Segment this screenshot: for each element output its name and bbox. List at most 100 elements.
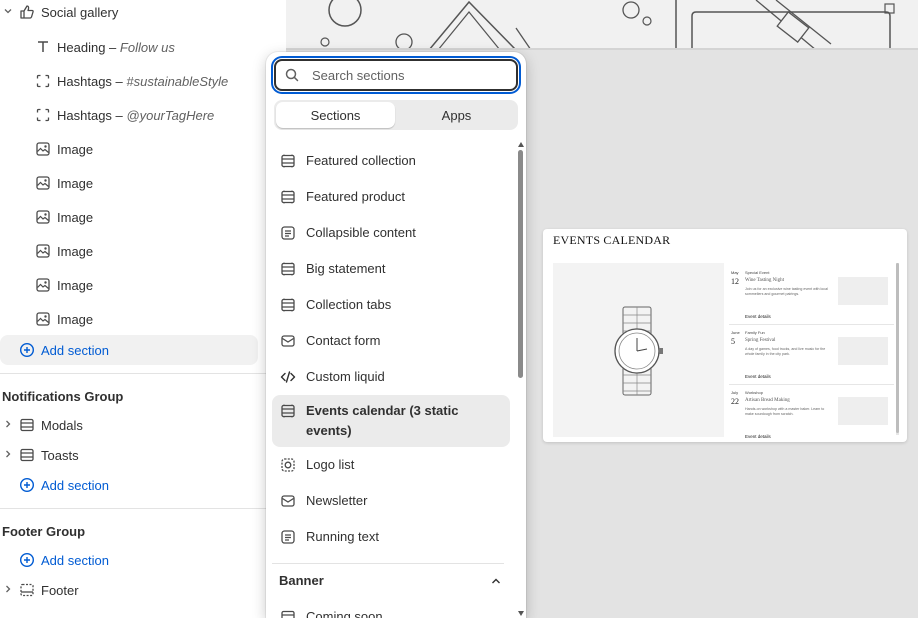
section-item-featured-product[interactable]: Featured product xyxy=(272,179,510,215)
add-section-button[interactable]: Add section xyxy=(0,470,266,500)
block-subtitle: Follow us xyxy=(119,39,175,55)
section-label: Toasts xyxy=(41,447,79,463)
block-title: Heading xyxy=(57,39,106,55)
section-item-label: Big statement xyxy=(306,261,386,276)
event-description: Hands-on workshop with a master baker. L… xyxy=(745,407,825,416)
block-label: Heading – Follow us xyxy=(57,40,175,55)
frame-icon xyxy=(35,73,51,89)
layout-rows-icon xyxy=(19,417,35,433)
section-item-label: Collapsible content xyxy=(306,225,416,240)
add-section-label: Add section xyxy=(41,342,109,358)
section-item-contact-form[interactable]: Contact form xyxy=(272,323,510,359)
section-item-collapsible-content[interactable]: Collapsible content xyxy=(272,215,510,251)
event-day: 12 xyxy=(731,277,739,286)
chevron-down-icon[interactable] xyxy=(3,6,13,19)
section-item-label: Logo list xyxy=(306,457,355,472)
tab-apps[interactable]: Apps xyxy=(397,102,516,128)
search-field[interactable] xyxy=(274,59,518,91)
section-social-gallery[interactable]: Social gallery xyxy=(0,0,266,27)
event-tag: Family Fun xyxy=(745,330,765,335)
section-item-label: Featured collection xyxy=(306,153,416,168)
picker-scrollbar[interactable] xyxy=(517,142,524,618)
preview-title: EVENTS CALENDAR xyxy=(553,233,671,247)
layout-rows-icon xyxy=(280,403,296,419)
block-label: Image xyxy=(57,278,93,293)
chevron-right-icon[interactable] xyxy=(3,584,13,597)
event-tag: Special Event xyxy=(745,270,770,275)
block-item-heading[interactable]: Heading – Follow us xyxy=(0,32,266,62)
preview-scrollbar[interactable] xyxy=(896,263,899,435)
block-item-image[interactable]: Image xyxy=(0,168,266,198)
tab-sections[interactable]: Sections xyxy=(276,102,395,128)
plus-circle-icon xyxy=(19,552,35,568)
plus-circle-icon xyxy=(19,342,35,358)
event-name: Spring Festival xyxy=(745,338,776,343)
block-label: Image xyxy=(57,244,93,259)
picker-scrollbar-thumb[interactable] xyxy=(518,150,523,378)
search-input[interactable] xyxy=(312,61,508,89)
section-item-custom-liquid[interactable]: Custom liquid xyxy=(272,359,510,395)
block-title: Image xyxy=(57,209,94,225)
block-title: Hashtags xyxy=(57,107,112,123)
footer-layout-icon xyxy=(19,582,35,598)
scroll-up-arrow[interactable] xyxy=(518,142,524,147)
section-item-coming-soon[interactable]: Coming soon xyxy=(272,599,510,618)
block-subtitle: #sustainableStyle xyxy=(126,73,229,89)
event-month: May xyxy=(731,270,739,275)
text-block-icon xyxy=(280,529,296,545)
notifications-group-title: Notifications Group xyxy=(2,389,124,404)
section-item-featured-collection[interactable]: Featured collection xyxy=(272,143,510,179)
event-details-link[interactable]: Event details xyxy=(745,434,771,439)
block-title: Image xyxy=(57,175,94,191)
block-title: Image xyxy=(57,277,94,293)
footer-group-title: Footer Group xyxy=(2,524,86,539)
section-item-label: Events calendar (3 static events) xyxy=(306,403,459,438)
section-footer[interactable]: Footer xyxy=(0,575,266,605)
frame-icon xyxy=(35,107,51,123)
section-item-logo-list[interactable]: Logo list xyxy=(272,447,510,483)
section-type-tabs: Sections Apps xyxy=(274,100,518,130)
section-item-label: Collection tabs xyxy=(306,297,392,312)
chevron-right-icon[interactable] xyxy=(3,419,13,432)
block-separator: – xyxy=(111,107,127,123)
block-item-image[interactable]: Image xyxy=(0,202,266,232)
block-item-hashtags[interactable]: Hashtags – @yourTagHere xyxy=(0,100,266,130)
event-details-link[interactable]: Event details xyxy=(745,314,771,319)
email-icon xyxy=(280,493,296,509)
chevron-right-icon[interactable] xyxy=(3,449,13,462)
event-description: Join us for an exclusive wine tasting ev… xyxy=(745,287,828,296)
add-section-button[interactable]: Add section xyxy=(0,545,266,575)
plus-circle-icon xyxy=(19,477,35,493)
section-item-collection-tabs[interactable]: Collection tabs xyxy=(272,287,510,323)
logo-icon xyxy=(280,457,296,473)
watch-image xyxy=(553,263,724,437)
image-icon xyxy=(35,277,51,293)
section-label: Footer xyxy=(41,582,79,598)
section-item-events-calendar-3-static-events[interactable]: Events calendar (3 static events) xyxy=(272,395,510,447)
block-item-hashtags[interactable]: Hashtags – #sustainableStyle xyxy=(0,66,266,96)
section-item-running-text[interactable]: Running text xyxy=(272,519,510,555)
section-label: Social gallery xyxy=(41,4,119,20)
image-icon xyxy=(35,141,51,157)
section-item-newsletter[interactable]: Newsletter xyxy=(272,483,510,519)
block-item-image[interactable]: Image xyxy=(0,304,266,334)
block-label: Hashtags – #sustainableStyle xyxy=(57,74,228,89)
block-item-image[interactable]: Image xyxy=(0,270,266,300)
image-icon xyxy=(35,243,51,259)
chevron-up-icon[interactable] xyxy=(490,575,502,587)
scroll-down-arrow[interactable] xyxy=(518,611,524,616)
block-item-image[interactable]: Image xyxy=(0,134,266,164)
block-title: Image xyxy=(57,141,94,157)
block-item-image[interactable]: Image xyxy=(0,236,266,266)
event-name: Wine Tasting Night xyxy=(745,278,785,283)
add-section-button[interactable]: Add section xyxy=(0,335,258,365)
section-item-big-statement[interactable]: Big statement xyxy=(272,251,510,287)
block-label: Image xyxy=(57,176,93,191)
event-details-link[interactable]: Event details xyxy=(745,374,771,379)
section-modals[interactable]: Modals xyxy=(0,410,266,440)
category-banner-label[interactable]: Banner xyxy=(279,573,324,588)
preview-hero-illustration xyxy=(286,0,918,50)
layout-rows-icon xyxy=(19,447,35,463)
preview-scrollbar-thumb[interactable] xyxy=(896,263,899,433)
section-toasts[interactable]: Toasts xyxy=(0,440,266,470)
